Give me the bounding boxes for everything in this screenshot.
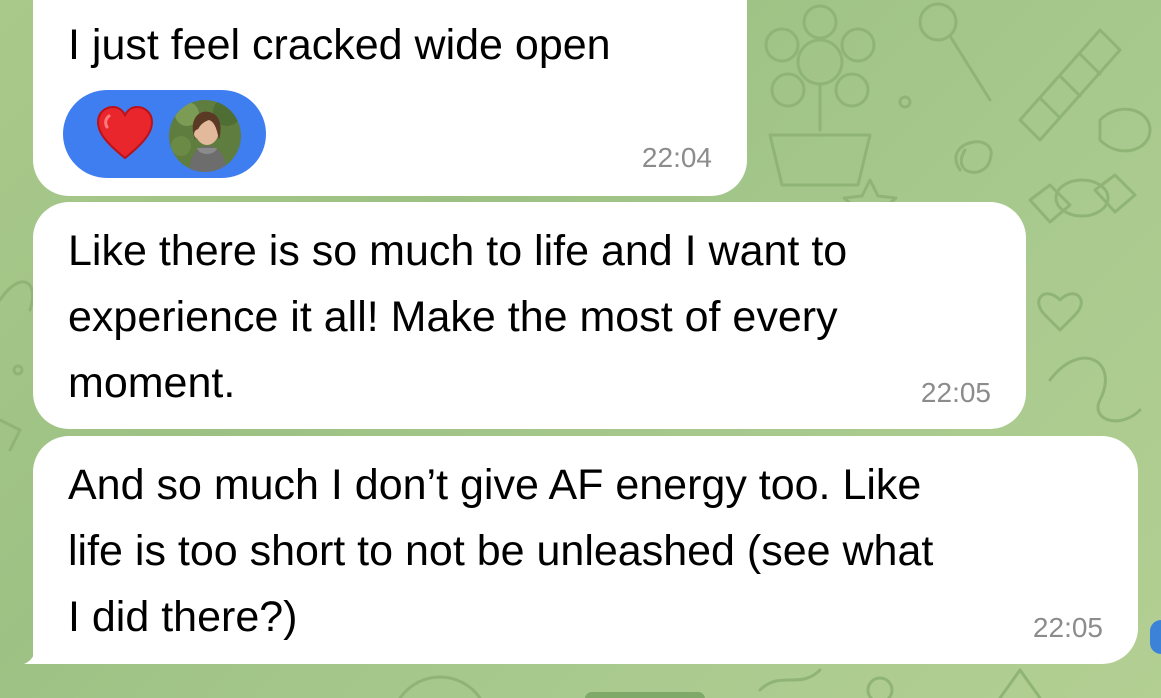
fish-icon [1098, 107, 1152, 153]
message-text: Like there is so much to life and I want… [68, 218, 847, 416]
squiggle-icon [1048, 356, 1142, 423]
message-line: And so much I don’t give AF energy too. … [68, 461, 922, 509]
date-pill [585, 692, 705, 698]
message-timestamp: 22:05 [920, 377, 991, 408]
candy-icon [1028, 173, 1137, 224]
message-bubble[interactable]: And so much I don’t give AF energy too. … [33, 436, 1138, 664]
message-line: I did there?) [68, 593, 298, 641]
message-timestamp: 22:04 [641, 142, 712, 173]
flower-icon [764, 4, 876, 187]
swirl-icon [954, 140, 993, 174]
scroll-down-button[interactable] [1150, 620, 1161, 654]
message-text: I just feel cracked wide open [68, 12, 611, 78]
avatar-photo [169, 100, 241, 172]
heart-outline-icon [1037, 292, 1083, 332]
message-text: And so much I don’t give AF energy too. … [68, 452, 933, 650]
bottom-doodles [398, 668, 1042, 698]
message-line: experience it all! Make the most of ever… [68, 293, 838, 341]
lollipop-icon [918, 2, 992, 102]
leaf-icon [0, 280, 35, 452]
red-heart-icon [96, 105, 154, 160]
message-line: moment. [68, 359, 236, 407]
message-line: Like there is so much to life and I want… [68, 227, 848, 275]
reactor-avatar[interactable] [167, 98, 243, 174]
message-line: I just feel cracked wide open [68, 21, 611, 69]
reaction-pill[interactable] [63, 90, 266, 178]
candy-stick-icon [1018, 28, 1122, 142]
message-bubble[interactable]: Like there is so much to life and I want… [33, 202, 1026, 429]
message-bubble[interactable]: I just feel cracked wide open 22:04 [33, 0, 747, 196]
message-timestamp: 22:05 [1032, 612, 1103, 643]
message-line: life is too short to not be unleashed (s… [68, 527, 934, 575]
